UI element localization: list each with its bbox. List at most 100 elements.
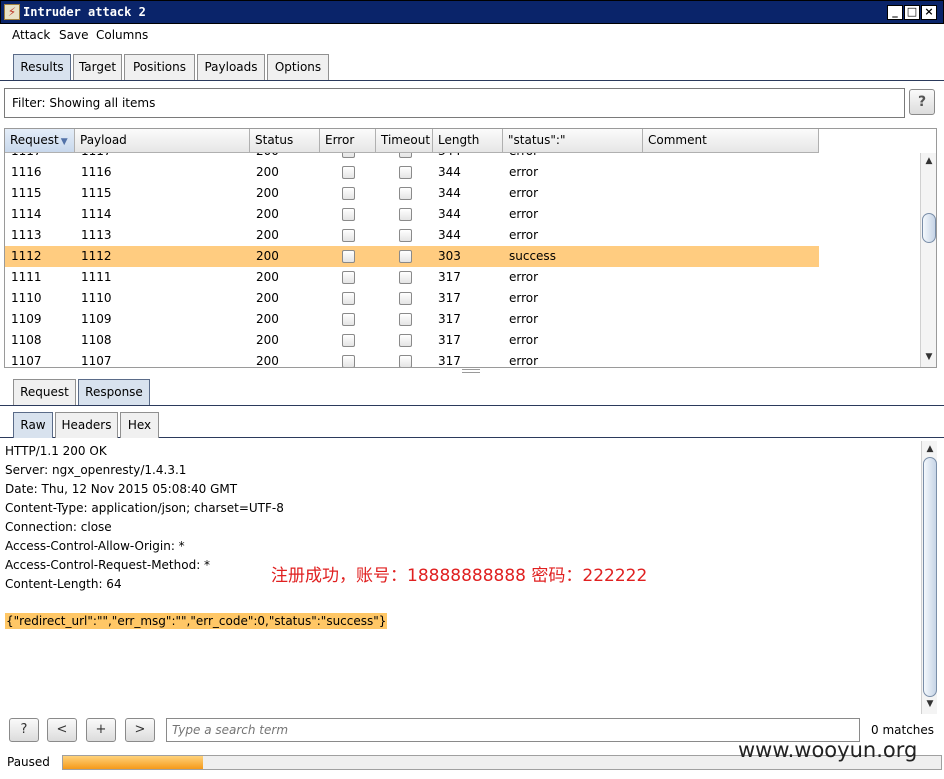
cell-request: 1117 <box>11 153 42 158</box>
cell-length: 317 <box>438 354 461 367</box>
cell-grep-status: error <box>509 312 539 326</box>
cell-request: 1111 <box>11 270 42 284</box>
cell-payload: 1111 <box>81 270 112 284</box>
maximize-button[interactable]: □ <box>904 5 920 20</box>
tab-response[interactable]: Response <box>78 379 150 405</box>
cell-request: 1113 <box>11 228 42 242</box>
column-length[interactable]: Length <box>433 129 503 153</box>
tab-raw[interactable]: Raw <box>13 412 53 438</box>
cell-request: 1107 <box>11 354 42 367</box>
burp-icon: ⚡ <box>4 4 20 20</box>
scroll-up-icon[interactable]: ▲ <box>923 155 935 167</box>
scroll-down-icon[interactable]: ▼ <box>923 351 935 363</box>
column-payload[interactable]: Payload <box>75 129 250 153</box>
table-row[interactable]: 1110 1110 200 317 error <box>5 288 819 309</box>
cell-length: 317 <box>438 312 461 326</box>
table-row[interactable]: 1114 1114 200 344 error <box>5 204 819 225</box>
table-row[interactable]: 1117 1117 200 344 error <box>5 153 819 162</box>
timeout-checkbox <box>399 292 412 305</box>
cell-grep-status: error <box>509 207 539 221</box>
scrollbar-thumb[interactable] <box>922 213 936 243</box>
cell-request: 1114 <box>11 207 42 221</box>
column-status[interactable]: Status <box>250 129 320 153</box>
cell-payload: 1107 <box>81 354 112 367</box>
cell-grep-status: error <box>509 228 539 242</box>
match-count: 0 matches <box>871 723 935 737</box>
cell-length: 303 <box>438 249 461 263</box>
error-checkbox <box>342 208 355 221</box>
table-row[interactable]: 1116 1116 200 344 error <box>5 162 819 183</box>
filter-help-button[interactable]: ? <box>909 89 935 115</box>
timeout-checkbox <box>399 153 412 158</box>
add-search-button[interactable]: + <box>86 718 116 742</box>
cell-grep-status: error <box>509 333 539 347</box>
close-button[interactable]: × <box>921 5 937 20</box>
cell-payload: 1113 <box>81 228 112 242</box>
detail-tabs: Request Response <box>0 377 944 406</box>
filter-bar[interactable]: Filter: Showing all items <box>4 88 905 118</box>
split-pane-handle[interactable] <box>462 369 480 373</box>
cell-request: 1115 <box>11 186 42 200</box>
column-error[interactable]: Error <box>320 129 376 153</box>
response-header: Content-Length: 64 <box>5 577 122 591</box>
scroll-up-icon[interactable]: ▲ <box>924 443 936 455</box>
column-grep-status[interactable]: "status":" <box>503 129 643 153</box>
cell-status: 200 <box>256 153 279 158</box>
tab-payloads[interactable]: Payloads <box>197 54 265 80</box>
table-row[interactable]: 1108 1108 200 317 error <box>5 330 819 351</box>
cell-status: 200 <box>256 333 279 347</box>
table-row[interactable]: 1115 1115 200 344 error <box>5 183 819 204</box>
cell-payload: 1112 <box>81 249 112 263</box>
search-help-button[interactable]: ? <box>9 718 39 742</box>
error-checkbox <box>342 271 355 284</box>
previous-match-button[interactable]: < <box>47 718 77 742</box>
view-tabs: Raw Headers Hex <box>0 411 944 438</box>
table-row[interactable]: 1109 1109 200 317 error <box>5 309 819 330</box>
next-match-button[interactable]: > <box>125 718 155 742</box>
column-timeout[interactable]: Timeout <box>376 129 433 153</box>
cell-payload: 1117 <box>81 153 112 158</box>
scrollbar-thumb[interactable] <box>923 457 937 697</box>
response-scrollbar[interactable]: ▲ ▼ <box>921 441 937 714</box>
table-row[interactable]: 1112 1112 200 303 success <box>5 246 819 267</box>
minimize-button[interactable]: _ <box>887 5 903 20</box>
scroll-down-icon[interactable]: ▼ <box>924 698 936 710</box>
cell-payload: 1109 <box>81 312 112 326</box>
tab-target[interactable]: Target <box>73 54 122 80</box>
cell-length: 344 <box>438 153 461 158</box>
timeout-checkbox <box>399 208 412 221</box>
cell-length: 317 <box>438 333 461 347</box>
table-row[interactable]: 1111 1111 200 317 error <box>5 267 819 288</box>
cell-request: 1116 <box>11 165 42 179</box>
menu-attack[interactable]: Attack <box>12 28 50 42</box>
cell-grep-status: error <box>509 165 539 179</box>
table-row[interactable]: 1107 1107 200 317 error <box>5 351 819 367</box>
column-request[interactable]: Request ▼ <box>5 129 75 153</box>
table-scrollbar[interactable]: ▲ ▼ <box>920 153 936 367</box>
tab-positions[interactable]: Positions <box>124 54 195 80</box>
cell-status: 200 <box>256 165 279 179</box>
tab-request[interactable]: Request <box>13 379 76 405</box>
timeout-checkbox <box>399 166 412 179</box>
column-comment[interactable]: Comment <box>643 129 819 153</box>
timeout-checkbox <box>399 271 412 284</box>
error-checkbox <box>342 313 355 326</box>
menu-columns[interactable]: Columns <box>96 28 148 42</box>
tab-results[interactable]: Results <box>13 54 71 80</box>
menu-save[interactable]: Save <box>59 28 88 42</box>
tab-hex[interactable]: Hex <box>120 412 159 438</box>
tab-options[interactable]: Options <box>267 54 329 80</box>
table-row[interactable]: 1113 1113 200 344 error <box>5 225 819 246</box>
error-checkbox <box>342 153 355 158</box>
cell-payload: 1114 <box>81 207 112 221</box>
cell-request: 1110 <box>11 291 42 305</box>
cell-payload: 1115 <box>81 186 112 200</box>
cell-status: 200 <box>256 312 279 326</box>
cell-status: 200 <box>256 270 279 284</box>
table-rows: 11171117200344error11161116200344error11… <box>5 153 819 367</box>
menu-bar: Attack Save Columns <box>0 24 944 46</box>
response-header: Server: ngx_openresty/1.4.3.1 <box>5 463 187 477</box>
cell-length: 344 <box>438 165 461 179</box>
tab-headers[interactable]: Headers <box>55 412 118 438</box>
cell-length: 317 <box>438 270 461 284</box>
